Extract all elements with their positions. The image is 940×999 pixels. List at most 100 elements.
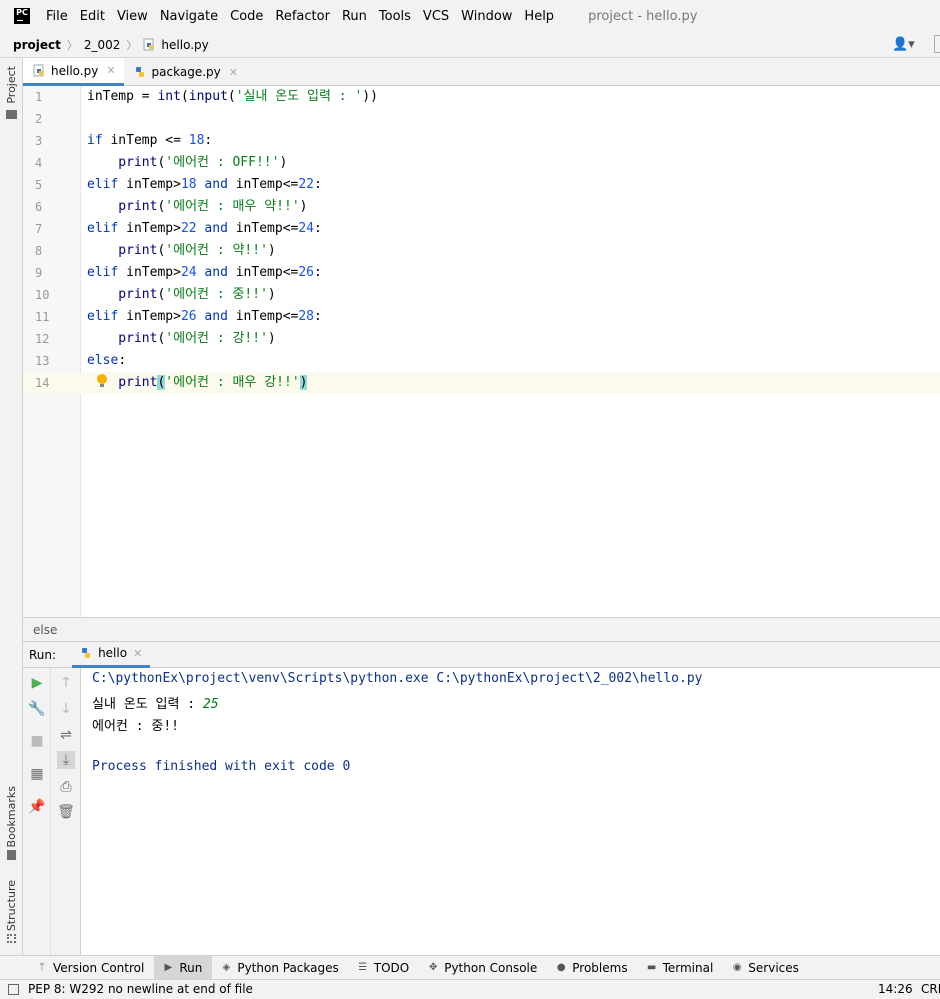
code-token: 28 [298,309,315,324]
window-title: project - hello.py [588,8,698,24]
menu-help[interactable]: Help [524,9,554,24]
code-token: : [118,353,127,368]
toggle-tool-windows-icon[interactable] [8,984,19,995]
code-token: inTemp<= [235,265,299,280]
line-number: 8 [35,244,43,258]
run-toolbar-secondary: ↑ ↓ ⇌ ⤓ ⎙ 🗑 [51,668,81,955]
code-token: 18 [188,133,205,148]
line-number: 2 [35,112,43,126]
code-token: print [87,199,158,214]
code-line: print('에어컨 : 매우 약!!') [87,196,307,218]
menu-navigate[interactable]: Navigate [160,9,218,24]
breadcrumb-project[interactable]: project [13,38,61,52]
code-token: and [204,265,236,280]
code-token: : [314,265,322,280]
tab-services[interactable]: ◉ Services [723,956,809,980]
run-console[interactable]: C:\pythonEx\project\venv\Scripts\python.… [81,668,940,955]
lightbulb-icon[interactable] [95,373,109,389]
menu-vcs[interactable]: VCS [423,9,449,24]
layers-icon: ◈ [222,962,231,973]
status-message[interactable]: PEP 8: W292 no newline at end of file [28,982,253,996]
menu-code[interactable]: Code [230,9,263,24]
line-number: 1 [35,90,43,104]
code-line: else: [87,350,126,372]
stop-icon[interactable]: ■ [28,732,46,750]
bookmarks-tool-label[interactable]: Bookmarks [5,786,18,847]
line-separator[interactable]: CRL [921,982,940,996]
line-number: 7 [35,222,43,236]
code-editor[interactable]: 1 2 3 4 5 6 7 8 9 10 11 12 13 14 inTemp = int(input('… [23,86,940,617]
scroll-to-end-icon[interactable]: ⤓ [57,751,75,769]
bottom-tool-tabs: ᛘ Version Control ▶ Run ◈ Python Packages ☰… [0,955,940,980]
menu-refactor[interactable]: Refactor [275,9,330,24]
python-file-icon [143,38,156,51]
tab-run[interactable]: ▶ Run [154,955,213,980]
tab-python-console[interactable]: ✥ Python Console [419,956,547,980]
user-icon[interactable]: 👤▾ [892,37,915,52]
tab-label: Services [748,960,799,975]
chevron-right-icon: 〉 [126,38,138,52]
tab-python-packages[interactable]: ◈ Python Packages [212,956,348,980]
code-token: )) [362,89,378,104]
code-line: print('에어컨 : OFF!!') [87,152,287,174]
code-token: '에어컨 : 약!!' [165,243,268,258]
pycharm-logo: PC [14,8,30,24]
trash-icon[interactable]: 🗑 [57,803,75,821]
code-token: if [87,133,111,148]
tab-package-py[interactable]: package.py ✕ [124,58,246,86]
close-icon[interactable]: ✕ [106,64,115,77]
code-line: elif inTemp>22 and inTemp<=24: [87,218,322,240]
layout-icon[interactable]: ▦ [28,765,46,783]
arrow-up-icon[interactable]: ↑ [57,674,75,692]
print-icon[interactable]: ⎙ [57,778,75,796]
tab-version-control[interactable]: ᛘ Version Control [28,956,154,980]
tab-label: Python Console [444,960,538,975]
menu-edit[interactable]: Edit [80,9,105,24]
code-token: 24 [180,265,205,280]
code-token: print [87,155,158,170]
tab-problems[interactable]: ● Problems [547,956,637,980]
code-token: elif [87,309,127,324]
soft-wrap-icon[interactable]: ⇌ [57,726,75,744]
pin-icon[interactable]: 📌 [28,798,46,816]
project-tool-label[interactable]: Project [5,66,18,104]
code-token: '실내 온도 입력 : ' [235,89,363,104]
close-icon[interactable]: ✕ [229,66,238,79]
code-token: : [314,221,322,236]
code-breadcrumb-item[interactable]: else [33,623,57,637]
structure-tool-label[interactable]: Structure [5,880,18,931]
line-number: 4 [35,156,43,170]
tab-label: hello.py [51,63,99,78]
code-line: print('에어컨 : 약!!') [87,240,276,262]
menu-bar: PC File Edit View Navigate Code Refactor… [0,0,940,32]
code-token: ) [267,243,276,258]
tab-hello-py[interactable]: hello.py ✕ [23,58,124,86]
line-number: 6 [35,200,43,214]
menu-view[interactable]: View [117,9,148,24]
wrench-icon[interactable]: 🔧 [28,700,46,718]
problems-icon: ● [556,962,566,973]
tab-terminal[interactable]: ▬ Terminal [638,956,724,980]
tab-todo[interactable]: ☰ TODO [349,956,419,980]
code-token: : [204,133,213,148]
menu-tools[interactable]: Tools [379,9,411,24]
rerun-icon[interactable]: ▶ [28,674,46,692]
menu-file[interactable]: File [46,9,68,24]
code-token: inTemp<= [235,221,299,236]
breadcrumb-file[interactable]: hello.py [161,38,208,52]
code-line: print('에어컨 : 중!!') [87,284,275,306]
code-breadcrumb[interactable]: else [23,617,940,641]
code-token: inTemp<= [235,177,299,192]
code-line: elif inTemp>24 and inTemp<=26: [87,262,322,284]
menu-window[interactable]: Window [461,9,512,24]
breadcrumb-folder[interactable]: 2_002 [84,38,121,52]
arrow-down-icon[interactable]: ↓ [57,700,75,718]
code-line: inTemp = int(input('실내 온도 입력 : ')) [87,86,378,108]
menu-run[interactable]: Run [342,9,367,24]
code-token: '에어컨 : 매우 약!!' [165,199,300,214]
tab-label: Problems [572,960,628,975]
run-tab-hello[interactable]: hello ✕ [72,642,151,668]
caret-position[interactable]: 14:26 [878,982,913,996]
close-icon[interactable]: ✕ [133,647,142,660]
code-line: if inTemp <= 18: [87,130,212,152]
